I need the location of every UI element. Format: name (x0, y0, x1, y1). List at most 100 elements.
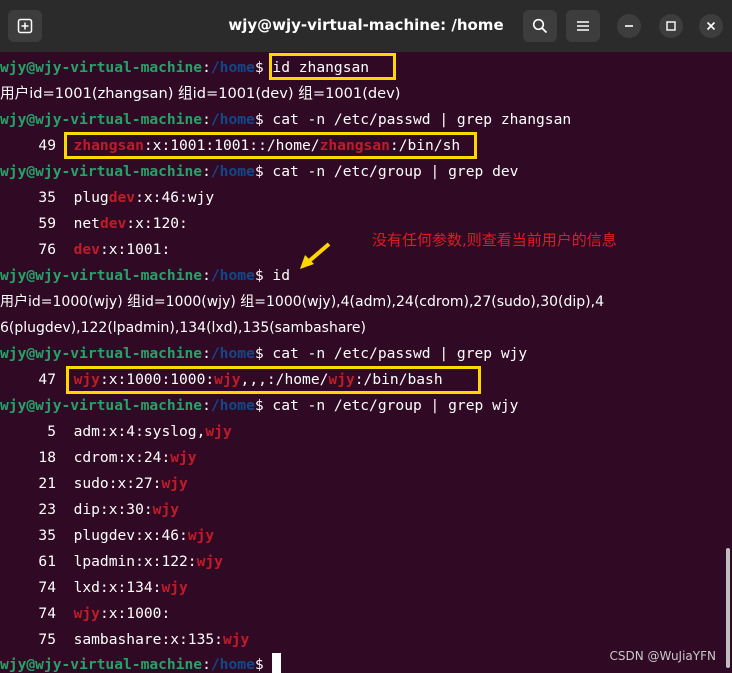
grep-match: dev (73, 241, 100, 258)
prompt-sep: : (202, 345, 211, 362)
grep-match: dev (99, 215, 127, 232)
menu-button[interactable] (566, 10, 600, 42)
group-field: plugdev:x:46: (73, 527, 188, 544)
prompt-path: /home (210, 397, 255, 414)
prompt-user: wjy@wjy-virtual-machine (0, 267, 203, 284)
watermark: CSDN @WuJiaYFN (609, 649, 716, 663)
prompt-dollar: $ (254, 397, 264, 414)
group-field: lxd:x:134: (73, 579, 162, 596)
prompt-path: /home (210, 267, 255, 284)
group-field: plug (73, 189, 109, 206)
grep-match: wjy (196, 553, 223, 570)
prompt-sep: : (202, 163, 211, 180)
highlight-box (66, 366, 481, 394)
group-line: 35 plugdev:x:46:wjy (0, 185, 214, 211)
highlight-box (269, 53, 396, 80)
prompt-dollar: $ (254, 345, 264, 362)
line-number: 61 (38, 553, 56, 570)
prompt-line: wjy@wjy-virtual-machine:/home$ cat -n /e… (0, 107, 571, 133)
line-number: 74 (38, 605, 56, 622)
minimize-icon (625, 25, 633, 27)
prompt-sep: : (202, 111, 211, 128)
group-line: 21 sudo:x:27:wjy (0, 471, 188, 497)
terminal-output[interactable]: wjy@wjy-virtual-machine:/home$ id zhangs… (0, 52, 732, 673)
line-number: 35 (38, 189, 56, 206)
group-line: 59 netdev:x:120: (0, 211, 188, 237)
title-bar: wjy@wjy-virtual-machine: /home (0, 0, 732, 52)
line-number: 47 (38, 371, 56, 388)
line-number: 5 (47, 423, 56, 440)
group-field: :x:46:wjy (135, 189, 215, 206)
line-number: 76 (38, 241, 56, 258)
line-number: 21 (38, 475, 56, 492)
annotation-text: 没有任何参数,则查看当前用户的信息 (372, 231, 617, 249)
group-field: dip:x:30: (73, 501, 153, 518)
output-line: 用户id=1000(wjy) 组id=1000(wjy) 组=1000(wjy)… (0, 294, 605, 310)
group-field: sambashare:x:135: (73, 631, 223, 648)
group-line: 76 dev:x:1001: (0, 237, 170, 263)
prompt-line: wjy@wjy-virtual-machine:/home$ cat -n /e… (0, 341, 527, 367)
prompt-path: /home (210, 163, 255, 180)
search-icon (532, 18, 548, 34)
close-button[interactable] (699, 14, 723, 38)
line-number: 35 (38, 527, 56, 544)
grep-match: wjy (222, 631, 250, 648)
group-field: lpadmin:x:122: (73, 553, 197, 570)
text-cursor (272, 653, 282, 673)
grep-match: wjy (73, 605, 100, 622)
prompt-path: /home (210, 59, 255, 76)
group-line: 18 cdrom:x:24:wjy (0, 445, 197, 471)
menu-icon (577, 21, 589, 31)
grep-match: wjy (161, 475, 188, 492)
grep-match: wjy (161, 579, 188, 596)
close-icon (706, 21, 716, 31)
prompt-sep: : (202, 59, 211, 76)
prompt-path: /home (210, 345, 255, 362)
maximize-button[interactable] (659, 14, 683, 38)
prompt-dollar: $ (254, 59, 264, 76)
group-line: 75 sambashare:x:135:wjy (0, 627, 249, 653)
prompt-dollar: $ (254, 267, 264, 284)
line-number: 74 (38, 579, 56, 596)
group-field: sudo:x:27: (73, 475, 162, 492)
command-text: cat -n /etc/group | grep dev (263, 163, 519, 180)
group-line: 74 lxd:x:134:wjy (0, 575, 188, 601)
line-number: 49 (38, 137, 56, 154)
prompt-line: wjy@wjy-virtual-machine:/home$ id (0, 263, 290, 289)
grep-match: wjy (152, 501, 180, 518)
group-field: :x:120: (126, 215, 188, 232)
prompt-user: wjy@wjy-virtual-machine (0, 656, 203, 673)
prompt-user: wjy@wjy-virtual-machine (0, 111, 203, 128)
highlight-box (64, 132, 477, 159)
group-field: :x:1000: (99, 605, 171, 622)
group-line: 61 lpadmin:x:122:wjy (0, 549, 223, 575)
output-line: 6(plugdev),122(lpadmin),134(lxd),135(sam… (0, 320, 366, 336)
group-field: adm:x:4:syslog, (73, 423, 206, 440)
prompt-path: /home (210, 656, 255, 673)
line-number: 18 (38, 449, 56, 466)
output-line: 用户id=1001(zhangsan) 组id=1001(dev) 组=1001… (0, 85, 401, 102)
prompt-dollar: $ (254, 111, 264, 128)
line-number: 23 (38, 501, 56, 518)
prompt-sep: : (202, 656, 211, 673)
prompt-user: wjy@wjy-virtual-machine (0, 397, 203, 414)
prompt-dollar: $ (254, 656, 264, 673)
maximize-icon (666, 21, 676, 31)
prompt-user: wjy@wjy-virtual-machine (0, 345, 203, 362)
group-line: 74 wjy:x:1000: (0, 601, 170, 627)
grep-match: wjy (170, 449, 197, 466)
search-button[interactable] (523, 10, 557, 42)
command-text: cat -n /etc/passwd | grep zhangsan (263, 111, 572, 128)
prompt-path: /home (210, 111, 255, 128)
group-line: 23 dip:x:30:wjy (0, 497, 179, 523)
minimize-button[interactable] (617, 14, 641, 38)
annotation-arrow-icon (300, 242, 331, 269)
prompt-line: wjy@wjy-virtual-machine:/home$ cat -n /e… (0, 159, 518, 185)
line-number: 59 (38, 215, 56, 232)
group-line: 35 plugdev:x:46:wjy (0, 523, 214, 549)
scrollbar[interactable] (726, 548, 730, 668)
command-text: cat -n /etc/passwd | grep wjy (263, 345, 528, 362)
prompt-user: wjy@wjy-virtual-machine (0, 163, 203, 180)
grep-match: dev (108, 189, 136, 206)
prompt-line: wjy@wjy-virtual-machine:/home$ (0, 652, 282, 673)
